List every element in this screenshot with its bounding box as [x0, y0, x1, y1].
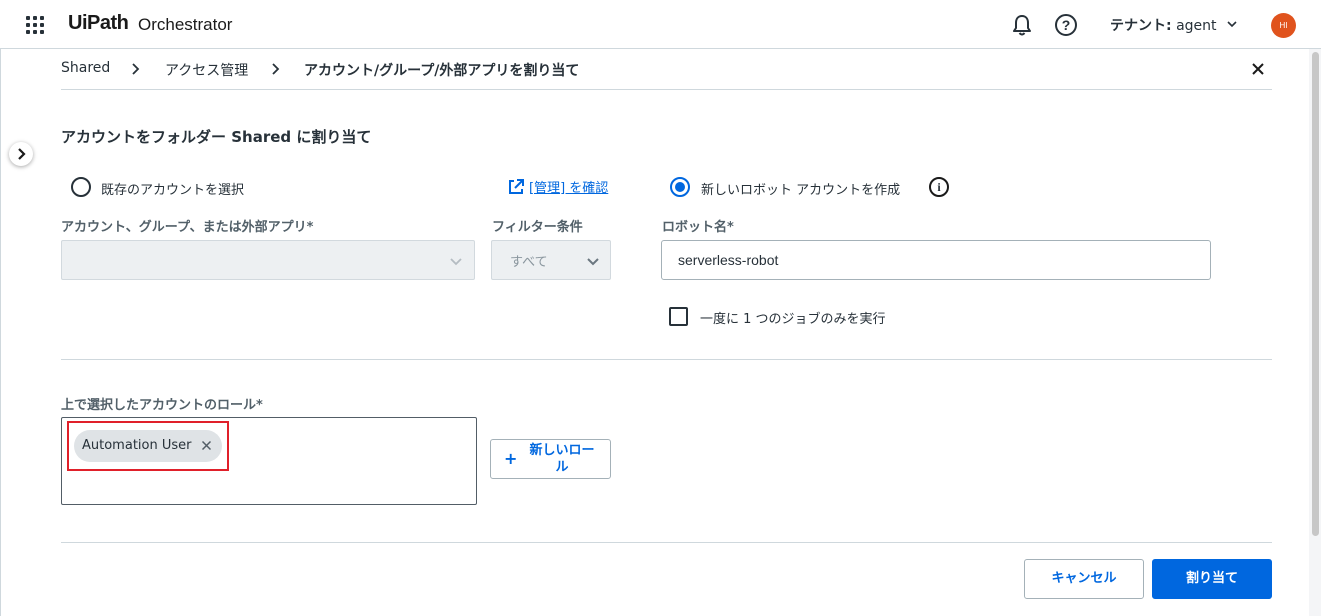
expand-sidebar-button[interactable]: [9, 142, 33, 166]
robot-name-input[interactable]: [661, 240, 1211, 280]
radio-new-robot-account[interactable]: [670, 177, 690, 197]
account-select: [61, 240, 475, 280]
manage-link[interactable]: [管理] を確認: [529, 177, 608, 196]
top-bar: UiPath Orchestrator ? テナント: agent HI: [0, 0, 1321, 49]
radio-existing-account[interactable]: [71, 177, 91, 197]
divider: [61, 542, 1272, 543]
assign-button[interactable]: 割り当て: [1152, 559, 1272, 599]
cancel-button[interactable]: キャンセル: [1024, 559, 1144, 599]
product-name: Orchestrator: [138, 15, 233, 34]
user-avatar[interactable]: HI: [1271, 13, 1296, 38]
section-title: アカウントをフォルダー Shared に割り当て: [61, 128, 372, 146]
tenant-label: テナント:: [1110, 18, 1172, 34]
remove-role-icon[interactable]: [201, 440, 212, 451]
new-role-label: 新しいロール: [529, 443, 595, 475]
chevron-right-icon: [18, 148, 26, 160]
plus-icon: +: [504, 449, 518, 468]
chevron-right-icon: [272, 63, 280, 75]
apps-grid-icon[interactable]: [26, 16, 44, 34]
new-role-button[interactable]: + 新しいロール: [490, 439, 611, 479]
external-link-icon[interactable]: [507, 178, 525, 196]
radio-existing-label: 既存のアカウントを選択: [101, 183, 245, 198]
chevron-down-icon[interactable]: [1226, 19, 1238, 29]
chevron-down-icon: [587, 258, 599, 266]
uipath-logo[interactable]: UiPath: [68, 12, 129, 35]
radio-new-label: 新しいロボット アカウントを作成: [701, 183, 901, 198]
filter-select: すべて: [491, 240, 611, 280]
robot-name-label: ロボット名*: [662, 220, 734, 235]
filter-select-value: すべて: [510, 255, 548, 270]
role-chip-label: Automation User: [82, 438, 192, 453]
side-border: [0, 49, 1, 616]
help-icon[interactable]: ?: [1055, 14, 1077, 36]
breadcrumb-item-shared[interactable]: Shared: [61, 60, 110, 76]
breadcrumb-item-current: アカウント/グループ/外部アプリを割り当て: [304, 63, 580, 79]
role-chip[interactable]: Automation User: [74, 430, 222, 462]
single-job-checkbox[interactable]: [669, 307, 688, 326]
chevron-right-icon: [132, 63, 140, 75]
breadcrumb-item-access[interactable]: アクセス管理: [165, 60, 248, 80]
account-field-label: アカウント、グループ、または外部アプリ*: [61, 220, 314, 235]
tenant-selector[interactable]: テナント: agent: [1110, 15, 1217, 35]
notification-bell-icon[interactable]: [1011, 13, 1033, 37]
chevron-down-icon: [450, 258, 462, 266]
filter-field-label: フィルター条件: [492, 220, 583, 235]
tenant-name: agent: [1176, 18, 1217, 34]
single-job-label: 一度に 1 つのジョブのみを実行: [700, 312, 886, 327]
divider: [61, 359, 1272, 360]
roles-field-label: 上で選択したアカウントのロール*: [61, 398, 263, 413]
scrollbar-thumb[interactable]: [1312, 52, 1319, 536]
close-icon[interactable]: [1250, 61, 1266, 77]
divider: [61, 89, 1272, 90]
info-icon[interactable]: i: [929, 177, 949, 197]
